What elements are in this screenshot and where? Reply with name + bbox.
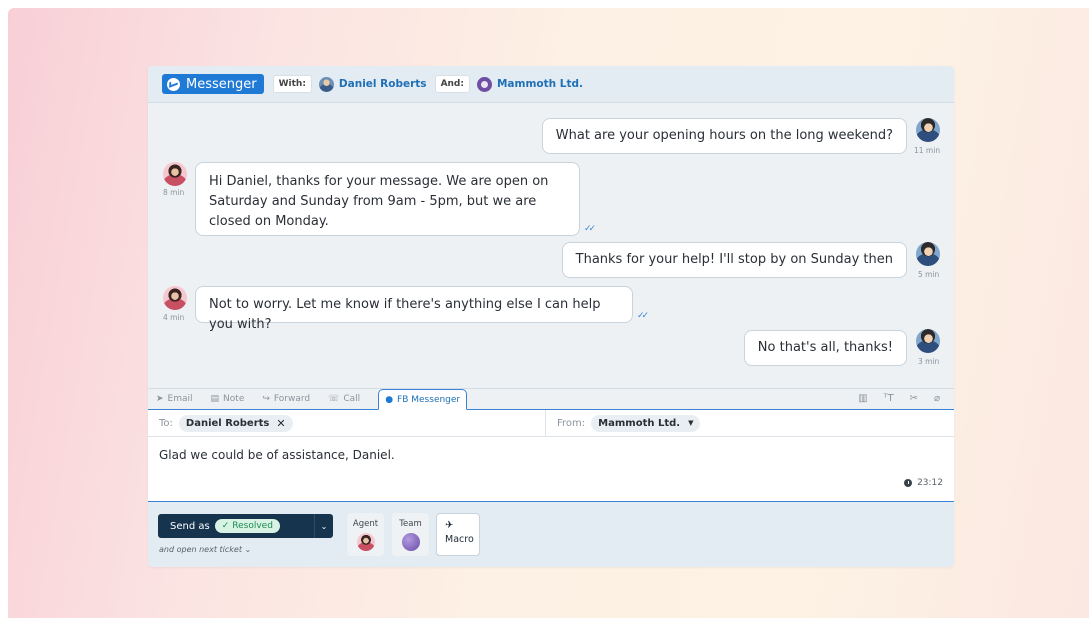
to-label: To: — [159, 417, 173, 429]
tab-fb-messenger[interactable]: ● FB Messenger — [378, 389, 468, 410]
read-check-icon: ✓✓ — [637, 311, 649, 321]
read-check-icon: ✓✓ — [584, 224, 596, 234]
editor-toolbar: ▥ ᵀT ✂ ⌀ — [858, 393, 940, 404]
team-picker[interactable]: Team — [392, 513, 429, 556]
send-button[interactable]: Send as ✓ Resolved ⌄ — [158, 514, 333, 538]
messenger-icon — [167, 77, 180, 91]
message-bubble: Hi Daniel, thanks for your message. We a… — [195, 162, 580, 236]
compose-area: To: Daniel Roberts ✕ From: Mammoth Ltd. … — [148, 410, 954, 501]
agent-avatar — [163, 286, 187, 310]
customer-avatar — [916, 118, 940, 142]
message-time: 5 min — [918, 270, 940, 279]
customer-link[interactable]: Daniel Roberts — [318, 76, 427, 92]
chevron-down-icon: ⌄ — [320, 521, 328, 531]
customer-avatar — [318, 76, 334, 92]
company-avatar — [476, 76, 492, 92]
agent-picker[interactable]: Agent — [347, 513, 384, 556]
message-time: 4 min — [163, 313, 185, 322]
channel-label: Messenger — [186, 76, 257, 92]
company-link[interactable]: Mammoth Ltd. — [476, 76, 583, 92]
send-options-dropdown[interactable]: ⌄ — [314, 514, 333, 538]
tab-forward[interactable]: ↪ Forward — [262, 388, 310, 409]
tab-note[interactable]: ▤ Note — [211, 388, 245, 409]
to-field: To: Daniel Roberts ✕ — [148, 410, 546, 436]
message-bubble: Thanks for your help! I'll stop by on Su… — [561, 242, 907, 278]
send-icon: ➤ — [156, 393, 164, 404]
message-bubble: Not to worry. Let me know if there's any… — [195, 286, 633, 332]
chevron-down-icon: ▼ — [688, 419, 694, 427]
agent-avatar — [356, 533, 375, 551]
forward-icon: ↪ — [262, 393, 270, 404]
open-next-ticket-toggle[interactable]: and open next ticket ⌄ — [159, 545, 251, 554]
tab-call[interactable]: ☏ Call — [328, 388, 360, 409]
message-bubble: No that's all, thanks! — [743, 330, 907, 366]
message-time: 8 min — [163, 188, 185, 197]
reply-text-input[interactable]: Glad we could be of assistance, Daniel. — [159, 448, 395, 462]
channel-badge: Messenger — [162, 74, 264, 94]
address-row: To: Daniel Roberts ✕ From: Mammoth Ltd. … — [148, 410, 954, 437]
note-icon: ▤ — [210, 393, 220, 404]
customer-avatar — [916, 329, 940, 353]
sender-select[interactable]: Mammoth Ltd. ▼ — [591, 414, 701, 432]
paperclip-icon[interactable]: ⌀ — [934, 393, 940, 404]
reply-channel-tabs: ➤ Email ▤ Note ↪ Forward ☏ Call ● FB Messenge… — [148, 388, 954, 410]
close-icon[interactable]: ✕ — [276, 417, 285, 430]
text-format-icon[interactable]: ᵀT — [884, 393, 894, 404]
timer: 23:12 — [904, 478, 943, 488]
agent-avatar — [163, 162, 187, 186]
message-bubble: What are your opening hours on the long … — [541, 118, 907, 154]
status-badge: ✓ Resolved — [214, 519, 280, 533]
conversation-panel: Messenger With: Daniel Roberts And: Mamm… — [148, 66, 954, 567]
and-label: And: — [434, 75, 470, 93]
tab-email[interactable]: ➤ Email — [156, 388, 193, 409]
from-field: From: Mammoth Ltd. ▼ — [546, 410, 701, 436]
send-footer: Send as ✓ Resolved ⌄ and open next ticke… — [148, 501, 954, 567]
messenger-icon: ● — [385, 394, 394, 405]
company-name: Mammoth Ltd. — [496, 78, 583, 90]
team-avatar — [401, 533, 420, 551]
recipient-chip[interactable]: Daniel Roberts ✕ — [178, 414, 293, 432]
with-label: With: — [272, 75, 312, 93]
scissors-icon[interactable]: ✂ — [910, 393, 918, 404]
from-label: From: — [557, 417, 586, 429]
phone-icon: ☏ — [328, 393, 340, 404]
customer-name: Daniel Roberts — [338, 78, 427, 90]
message-time: 11 min — [914, 146, 941, 155]
customer-avatar — [916, 242, 940, 266]
trash-icon[interactable]: ▥ — [858, 393, 867, 404]
clock-icon — [904, 479, 913, 487]
conversation-header: Messenger With: Daniel Roberts And: Mamm… — [148, 66, 954, 103]
macro-button[interactable]: ✈ Macro — [436, 513, 480, 556]
rocket-icon: ✈ — [445, 520, 454, 531]
message-time: 3 min — [918, 357, 940, 366]
